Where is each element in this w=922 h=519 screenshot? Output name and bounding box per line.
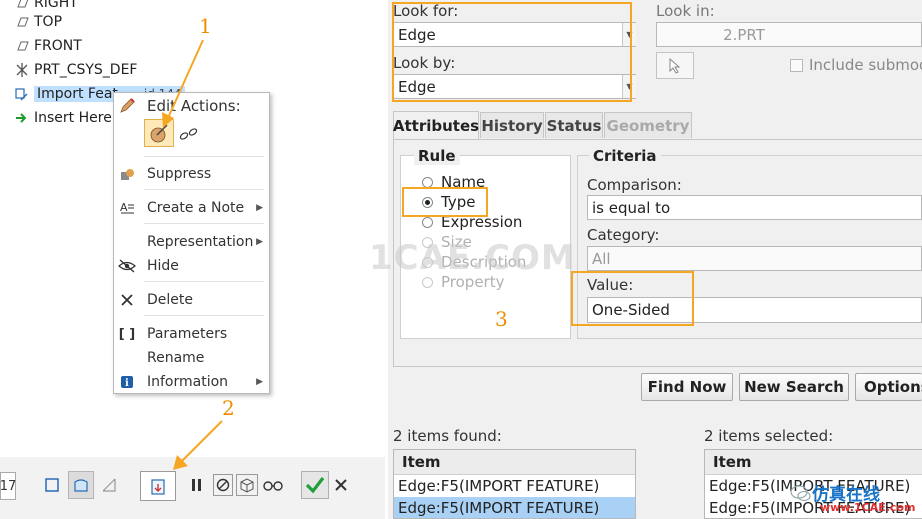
watermark-center: 1CAE.COM — [369, 238, 576, 278]
arrow-1 — [162, 39, 204, 128]
arrow-2 — [173, 420, 223, 470]
watermark-url: www.1CAE.com — [820, 501, 916, 514]
wechat-icon — [790, 485, 811, 502]
watermark-corner: 仿真在线 www.1CAE.com — [790, 478, 920, 518]
